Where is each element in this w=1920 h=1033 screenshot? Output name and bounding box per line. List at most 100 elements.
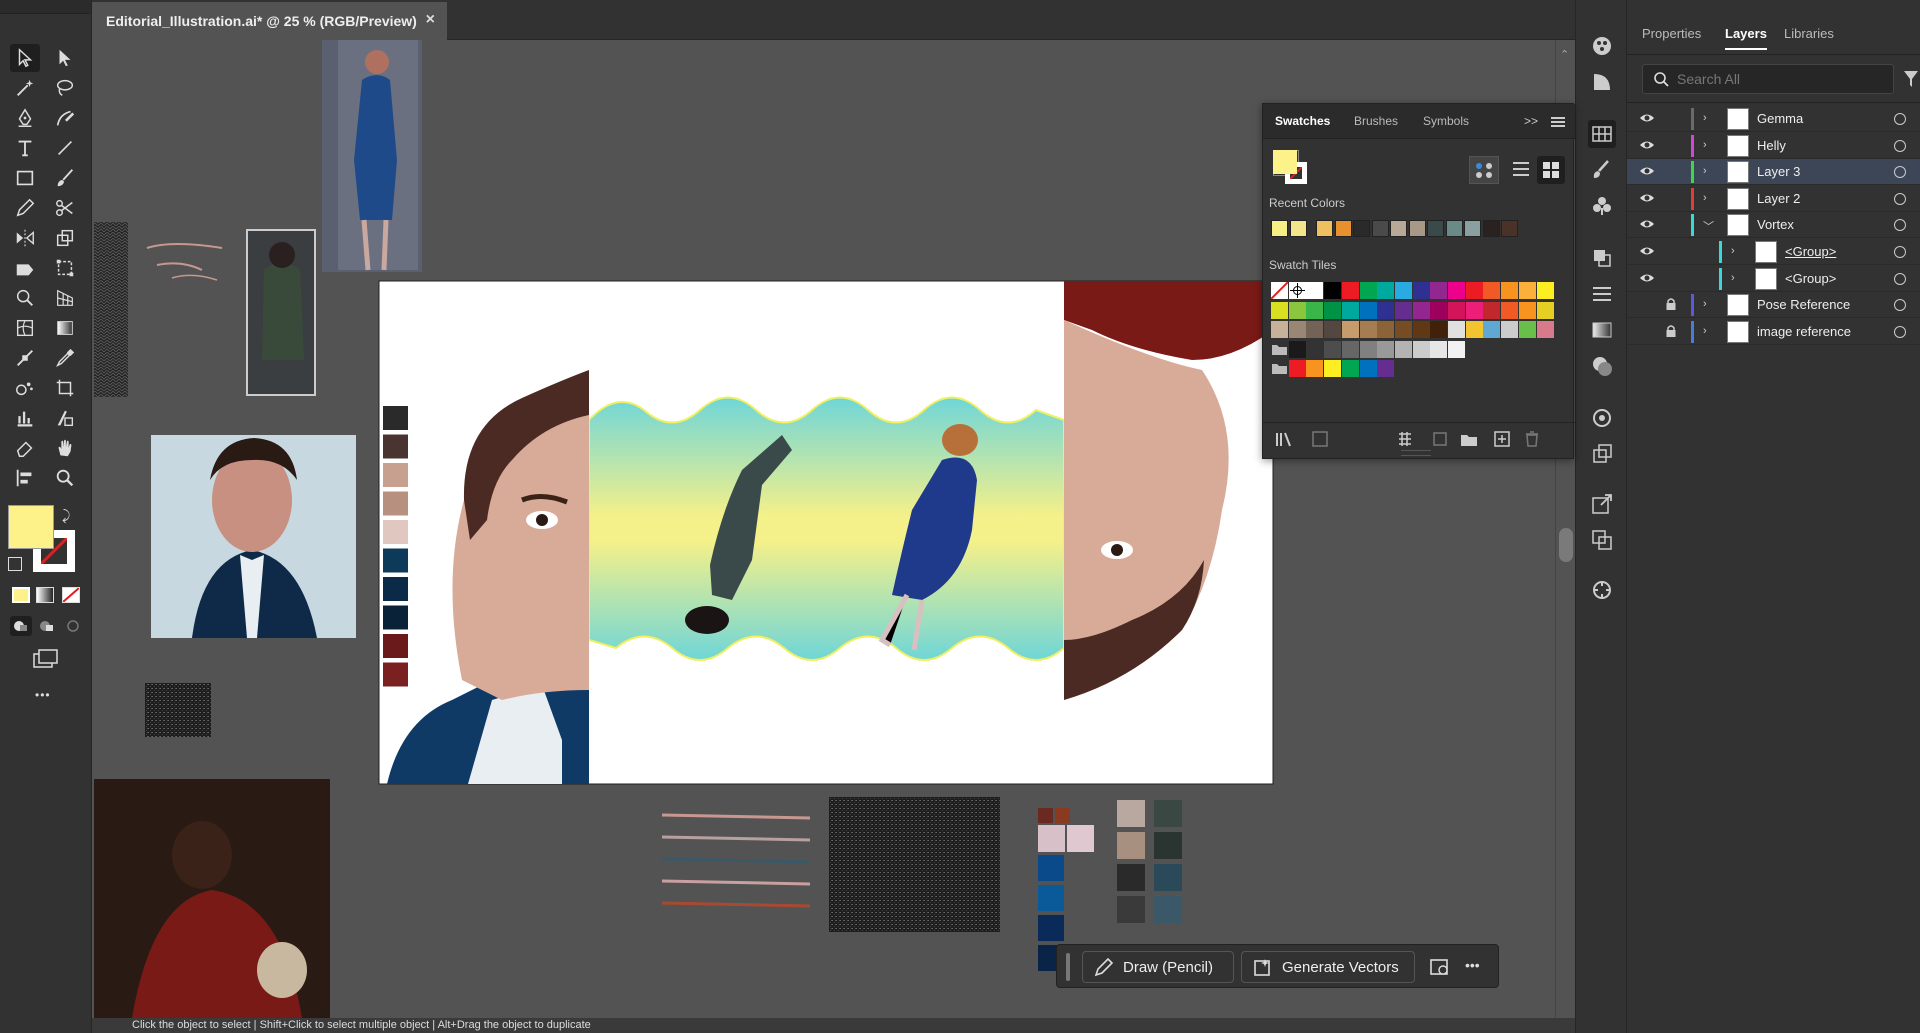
palette-chip[interactable] (1154, 832, 1182, 859)
layer-name[interactable]: Gemma (1757, 111, 1803, 126)
visibility-eye-icon[interactable] (1639, 271, 1655, 288)
swatch-tile[interactable] (1412, 282, 1430, 299)
swatch-tile[interactable] (1341, 282, 1359, 299)
direct-selection-tool-icon[interactable] (50, 44, 80, 72)
layer-name[interactable]: <Group> (1785, 271, 1836, 286)
slice-tool-icon[interactable] (50, 404, 80, 432)
layer-name[interactable]: Layer 2 (1757, 191, 1800, 206)
chevron-right-icon[interactable]: › (1703, 165, 1707, 177)
swatch-tile[interactable] (1377, 340, 1395, 358)
export-panel-icon[interactable] (1588, 490, 1616, 518)
main-artboard[interactable] (378, 280, 1274, 785)
target-circle-icon[interactable] (1894, 272, 1906, 285)
swatch-tile[interactable] (1536, 301, 1554, 319)
layer-name[interactable]: Helly (1757, 138, 1786, 153)
swatch-tile[interactable] (1394, 340, 1412, 358)
palette-chip[interactable] (1038, 855, 1064, 881)
draw-behind-icon[interactable] (36, 616, 58, 636)
swatch-tile[interactable] (1288, 340, 1306, 358)
swatch-tile[interactable] (1324, 321, 1342, 338)
panel-grip[interactable] (0, 0, 91, 14)
swatch-libraries-icon[interactable] (1275, 430, 1295, 453)
palette-chip[interactable] (383, 520, 408, 544)
swatch-tile[interactable] (1536, 321, 1554, 338)
palette-chip[interactable] (383, 577, 408, 601)
palette-chip[interactable] (383, 406, 408, 430)
recent-color-swatch[interactable] (1353, 220, 1370, 237)
draw-inside-icon[interactable] (62, 616, 84, 636)
eraser-tool-icon[interactable] (10, 434, 40, 462)
layer-row[interactable]: › image reference (1627, 319, 1920, 345)
palette-chip[interactable] (383, 491, 408, 516)
brushes-panel-icon[interactable] (1588, 156, 1616, 184)
swatch-tile[interactable] (1288, 360, 1306, 377)
palette-chip[interactable] (383, 463, 408, 487)
photo-noise-patch[interactable] (145, 683, 211, 737)
palette-chip[interactable] (1067, 825, 1094, 852)
swatch-tile[interactable] (1430, 340, 1448, 358)
graphic-styles-panel-icon[interactable] (1588, 440, 1616, 468)
swatch-tile[interactable] (1448, 340, 1465, 358)
type-tool-icon[interactable] (10, 134, 40, 162)
layer-row[interactable]: ﹀ Vortex (1627, 212, 1920, 239)
symbol-sprayer-tool-icon[interactable] (10, 374, 40, 402)
lower-right-palette[interactable] (1117, 800, 1182, 923)
layer-row[interactable]: › <Group> (1627, 266, 1920, 292)
swap-fill-stroke-icon[interactable]: ⤸ (62, 507, 70, 524)
palette-chip[interactable] (1117, 864, 1145, 891)
new-color-group-icon[interactable] (1459, 430, 1479, 453)
delete-swatch-icon[interactable] (1523, 430, 1541, 453)
task-bar-grip[interactable] (1066, 953, 1070, 981)
swatch-tile[interactable] (1465, 301, 1483, 319)
panel-collapse-icon[interactable]: >> (1524, 114, 1538, 128)
layer-row[interactable]: › <Group> (1627, 239, 1920, 265)
panel-resize-grip[interactable] (1401, 450, 1431, 456)
swatch-tile[interactable] (1359, 301, 1377, 319)
fill-color-front[interactable] (8, 505, 54, 549)
target-circle-icon[interactable] (1894, 299, 1906, 312)
swatch-tile[interactable] (1430, 321, 1448, 338)
color-group-folder-icon[interactable] (1271, 360, 1288, 377)
change-screen-mode-icon[interactable] (30, 648, 60, 670)
recent-color-swatch[interactable] (1482, 220, 1500, 237)
target-circle-icon[interactable] (1894, 325, 1906, 338)
swatch-tile[interactable] (1448, 301, 1465, 319)
swatch-tile[interactable] (1465, 321, 1483, 338)
swatch-tile[interactable] (1412, 340, 1430, 358)
eyedropper-tool-icon[interactable] (50, 344, 80, 372)
swatch-tile[interactable] (1359, 340, 1377, 358)
scroll-up-icon[interactable]: ⌃ (1560, 48, 1569, 61)
swatch-tile[interactable] (1394, 301, 1412, 319)
swatch-tile[interactable] (1341, 301, 1359, 319)
palette-chip[interactable] (383, 634, 408, 658)
swatch-tile[interactable] (1359, 282, 1377, 299)
tab-layers[interactable]: Layers (1725, 14, 1767, 50)
layer-name[interactable]: <Group> (1785, 244, 1836, 259)
swatch-tile[interactable] (1324, 282, 1342, 299)
layer-row[interactable]: › Layer 2 (1627, 186, 1920, 212)
target-circle-icon[interactable] (1894, 166, 1906, 179)
registration-swatch[interactable] (1288, 282, 1306, 299)
curvature-tool-icon[interactable] (50, 104, 80, 132)
photo-knit-texture[interactable] (94, 222, 128, 397)
target-circle-icon[interactable] (1894, 113, 1906, 125)
swatch-tile[interactable] (1324, 301, 1342, 319)
recent-color-swatch[interactable] (1289, 220, 1307, 237)
swatch-tile[interactable] (1271, 321, 1288, 338)
pencil-tool-icon[interactable] (10, 194, 40, 222)
reflect-tool-icon[interactable] (10, 224, 40, 252)
color-mode-icon[interactable] (12, 587, 30, 603)
swatch-tile[interactable] (1501, 282, 1519, 299)
artboard-tool-icon[interactable] (50, 374, 80, 402)
panel-menu-icon[interactable] (1551, 117, 1565, 127)
swatch-tile[interactable] (1324, 340, 1342, 358)
hand-tool-icon[interactable] (50, 434, 80, 462)
swatch-tile[interactable] (1324, 360, 1342, 377)
scale-tool-icon[interactable] (50, 224, 80, 252)
chevron-right-icon[interactable]: › (1703, 298, 1707, 310)
swatches-panel-icon[interactable] (1588, 120, 1616, 148)
tab-libraries[interactable]: Libraries (1784, 14, 1834, 50)
recent-color-swatch[interactable] (1445, 220, 1463, 237)
photo-woman-coat[interactable] (246, 229, 316, 396)
swatch-tile[interactable] (1288, 321, 1306, 338)
